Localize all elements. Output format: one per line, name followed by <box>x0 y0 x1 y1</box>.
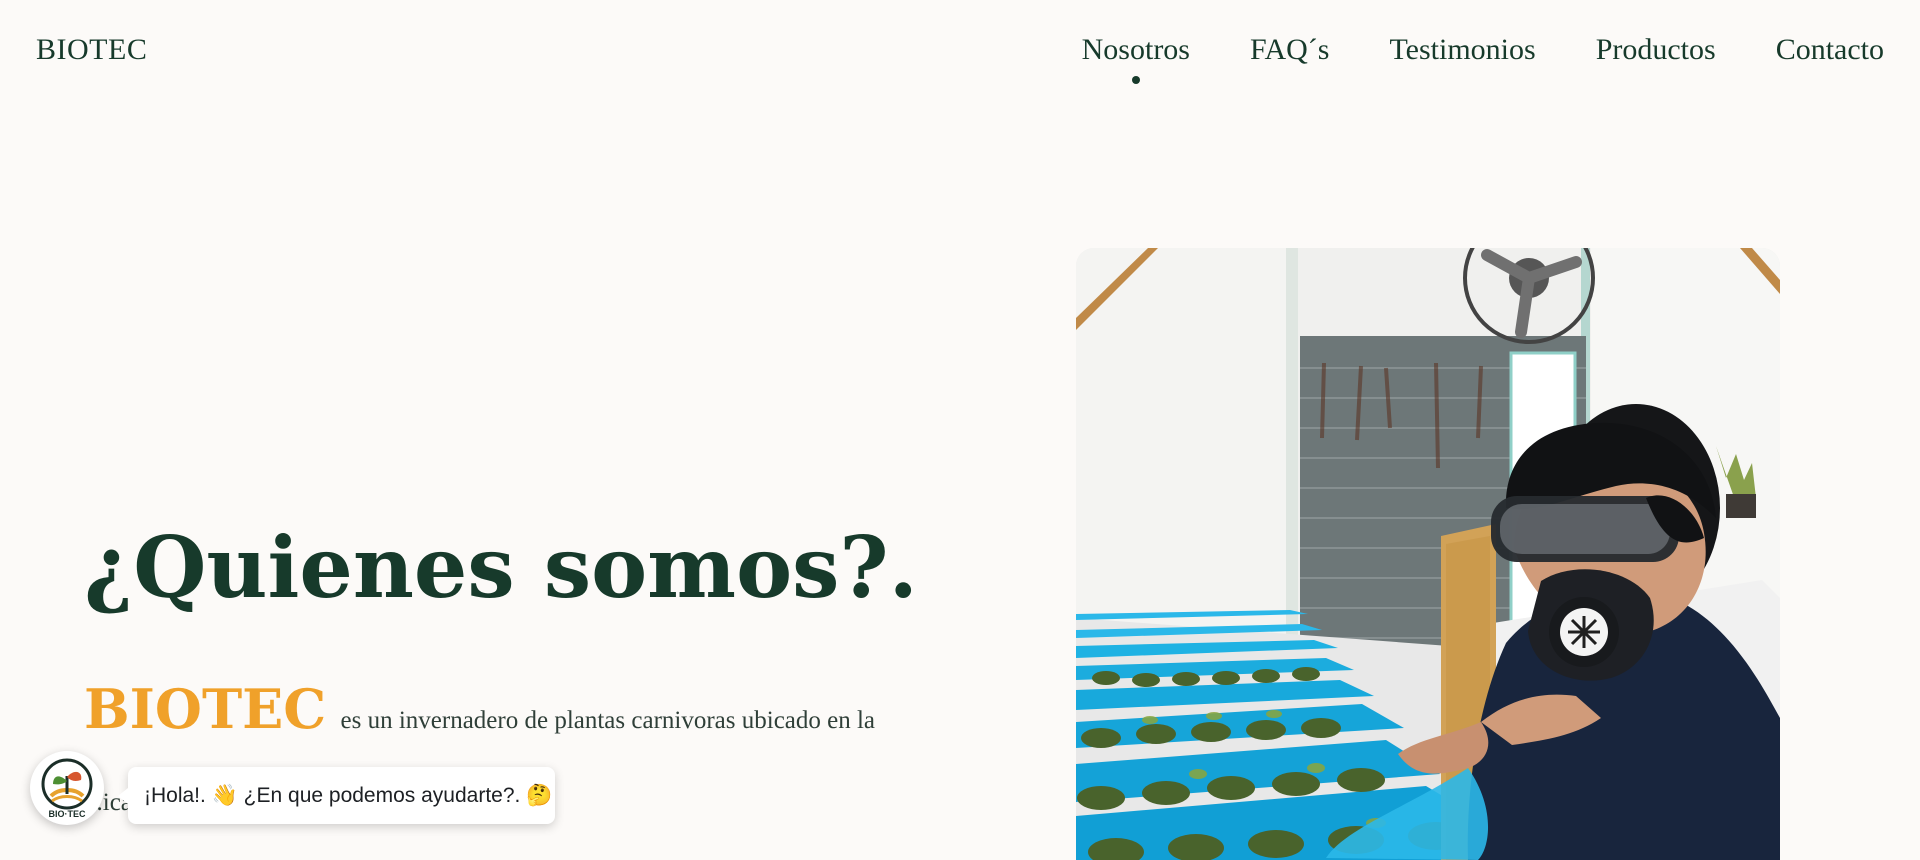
nav-item-productos[interactable]: Productos <box>1596 30 1716 70</box>
nav-item-nosotros[interactable]: Nosotros <box>1081 30 1190 84</box>
page-title: ¿Quienes somos?. <box>84 518 918 617</box>
brand-logo-text[interactable]: BIOTEC <box>36 30 147 70</box>
logo-text: BIO·TEC <box>49 809 86 819</box>
chat-greeting-bubble[interactable]: ¡Hola!. 👋 ¿En que podemos ayudarte?. 🤔 <box>118 767 555 824</box>
active-nav-indicator <box>1131 76 1140 84</box>
greenhouse-photo <box>1076 248 1780 860</box>
greenhouse-illustration <box>1076 248 1780 860</box>
nav-item-faqs[interactable]: FAQ´s <box>1250 30 1329 70</box>
brand-highlight: BIOTEC <box>84 677 327 741</box>
main-navigation: Nosotros FAQ´s Testimonios Productos Con… <box>1081 30 1884 84</box>
nav-item-label: Nosotros <box>1081 33 1190 66</box>
nav-item-contacto[interactable]: Contacto <box>1776 30 1884 70</box>
page: BIOTEC Nosotros FAQ´s Testimonios Produc… <box>0 0 1920 860</box>
biotec-logo-icon: BIO·TEC <box>41 758 93 819</box>
nav-item-testimonios[interactable]: Testimonios <box>1389 30 1535 70</box>
chat-widget-avatar[interactable]: BIO·TEC <box>30 751 104 825</box>
